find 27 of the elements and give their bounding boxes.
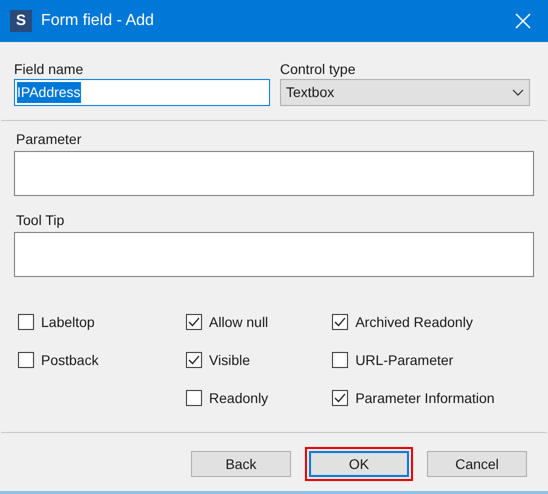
dialog-button[interactable]: OK [309, 451, 409, 477]
field-label: Control type [280, 60, 356, 79]
dialog-button[interactable]: Back [191, 451, 291, 477]
checkbox[interactable]: Labeltop [18, 313, 186, 331]
checkbox[interactable]: Archived Readonly [332, 313, 530, 331]
field-label: Field name [14, 60, 84, 79]
window-title: Form field - Add [41, 11, 154, 31]
checkbox[interactable]: Allow null [186, 313, 332, 331]
input-field[interactable] [14, 232, 534, 277]
check-icon [188, 317, 200, 327]
dropdown[interactable]: Textbox [280, 79, 530, 106]
dialog-button[interactable]: Cancel [427, 451, 527, 477]
chevron-down-icon [512, 88, 524, 96]
checkbox[interactable]: Parameter Information [332, 389, 530, 407]
input-field[interactable]: IPAddress [14, 79, 270, 106]
field-label: Tool Tip [16, 211, 66, 230]
field-label: Parameter [16, 130, 82, 149]
check-icon [188, 355, 200, 365]
close-icon [515, 13, 531, 29]
checkbox[interactable]: Readonly [186, 389, 332, 407]
input-field[interactable] [14, 151, 534, 196]
checkbox[interactable]: URL-Parameter [332, 351, 530, 369]
app-icon: S [10, 10, 32, 32]
checkbox[interactable]: Postback [18, 351, 186, 369]
checkbox[interactable]: Visible [186, 351, 332, 369]
check-icon [334, 317, 346, 327]
check-icon [334, 393, 346, 403]
